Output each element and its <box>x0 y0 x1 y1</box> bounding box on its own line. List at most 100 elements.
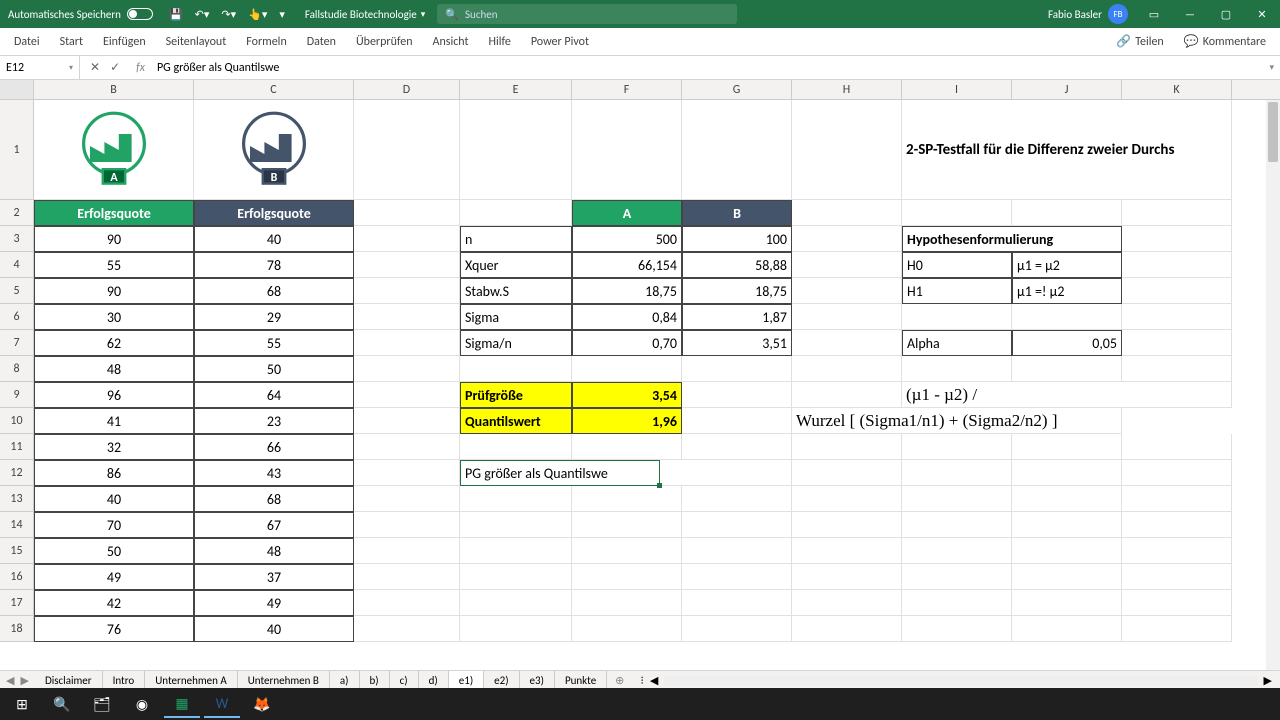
cell-g16[interactable] <box>682 564 792 590</box>
cell-f8[interactable] <box>572 356 682 382</box>
cell-f7[interactable]: 0,70 <box>572 330 682 356</box>
qat-more-icon[interactable]: ▾ <box>279 8 285 21</box>
word-task-icon[interactable]: W <box>204 690 240 718</box>
start-button[interactable]: ⊞ <box>4 690 40 718</box>
cell-i5[interactable]: H1 <box>902 278 1012 304</box>
tab-datei[interactable]: Datei <box>4 28 50 56</box>
cell-c9[interactable]: 64 <box>194 382 354 408</box>
cell-g6[interactable]: 1,87 <box>682 304 792 330</box>
row-header-16[interactable]: 16 <box>0 564 34 590</box>
cell-b12[interactable]: 86 <box>34 460 194 486</box>
cell-e6[interactable]: Sigma <box>460 304 572 330</box>
cell-g5[interactable]: 18,75 <box>682 278 792 304</box>
cell-f6[interactable]: 0,84 <box>572 304 682 330</box>
row-header-11[interactable]: 11 <box>0 434 34 460</box>
cell-b5[interactable]: 90 <box>34 278 194 304</box>
cell-c15[interactable]: 48 <box>194 538 354 564</box>
col-header-k[interactable]: K <box>1122 80 1232 99</box>
cell-b15[interactable]: 50 <box>34 538 194 564</box>
cell-c5[interactable]: 68 <box>194 278 354 304</box>
sheet-nav-next-icon[interactable]: ▶ <box>20 674 28 687</box>
save-icon[interactable]: 💾 <box>169 8 183 21</box>
cell-g10[interactable] <box>682 408 792 434</box>
cell-b2[interactable]: Erfolgsquote <box>34 200 194 226</box>
obs-icon[interactable]: ◉ <box>124 690 160 718</box>
cell-b4[interactable]: 55 <box>34 252 194 278</box>
row-header-9[interactable]: 9 <box>0 382 34 408</box>
fx-icon[interactable]: fx <box>130 61 151 75</box>
cell-g13[interactable] <box>682 486 792 512</box>
cell-b1[interactable]: A <box>34 100 194 200</box>
file-name[interactable]: Fallstudie Biotechnologie <box>293 8 437 21</box>
redo-icon[interactable]: ↷▾ <box>221 8 236 21</box>
row-header-7[interactable]: 7 <box>0 330 34 356</box>
share-button[interactable]: 🔗 Teilen <box>1106 34 1174 49</box>
col-header-h[interactable]: H <box>792 80 902 99</box>
cell-b10[interactable]: 41 <box>34 408 194 434</box>
cell-g14[interactable] <box>682 512 792 538</box>
row-header-1[interactable]: 1 <box>0 100 34 200</box>
cell-f17[interactable] <box>572 590 682 616</box>
cell-b9[interactable]: 96 <box>34 382 194 408</box>
hscroll-right-icon[interactable]: ▶ <box>1264 674 1272 687</box>
cell-g8[interactable] <box>682 356 792 382</box>
tab-einfuegen[interactable]: Einfügen <box>93 28 156 56</box>
row-header-15[interactable]: 15 <box>0 538 34 564</box>
cell-e16[interactable] <box>460 564 572 590</box>
cell-c7[interactable]: 55 <box>194 330 354 356</box>
cell-e5[interactable]: Stabw.S <box>460 278 572 304</box>
col-header-j[interactable]: J <box>1012 80 1122 99</box>
cell-j4[interactable]: µ1 = µ2 <box>1012 252 1122 278</box>
cell-e11[interactable] <box>460 434 572 460</box>
cell-f2[interactable]: A <box>572 200 682 226</box>
col-header-i[interactable]: I <box>902 80 1012 99</box>
confirm-edit-icon[interactable]: ✓ <box>110 60 120 75</box>
sheet-nav-prev-icon[interactable]: ◀ <box>6 674 14 687</box>
cell-c12[interactable]: 43 <box>194 460 354 486</box>
comments-button[interactable]: 💬 Kommentare <box>1174 34 1276 49</box>
cell-c6[interactable]: 29 <box>194 304 354 330</box>
cell-c2[interactable]: Erfolgsquote <box>194 200 354 226</box>
col-header-c[interactable]: C <box>194 80 354 99</box>
cell-c4[interactable]: 78 <box>194 252 354 278</box>
col-header-g[interactable]: G <box>682 80 792 99</box>
cell-c17[interactable]: 49 <box>194 590 354 616</box>
hypothesis-header[interactable]: Hypothesenformulierung <box>902 226 1122 252</box>
vertical-scrollbar[interactable] <box>1266 100 1280 670</box>
excel-task-icon[interactable]: ▦ <box>164 690 200 718</box>
firefox-icon[interactable]: 🦊 <box>244 690 280 718</box>
cell-e13[interactable] <box>460 486 572 512</box>
cell-g15[interactable] <box>682 538 792 564</box>
cell-e15[interactable] <box>460 538 572 564</box>
name-box[interactable]: E12 <box>0 56 80 79</box>
cell-c10[interactable]: 23 <box>194 408 354 434</box>
tab-ansicht[interactable]: Ansicht <box>423 28 479 56</box>
row-header-5[interactable]: 5 <box>0 278 34 304</box>
cell-f9[interactable]: 3,54 <box>572 382 682 408</box>
cell-e8[interactable] <box>460 356 572 382</box>
row-header-13[interactable]: 13 <box>0 486 34 512</box>
row-header-4[interactable]: 4 <box>0 252 34 278</box>
cell-b3[interactable]: 90 <box>34 226 194 252</box>
autosave-toggle[interactable]: Automatisches Speichern <box>0 8 161 21</box>
maximize-icon[interactable]: ▢ <box>1208 0 1244 28</box>
cell-f16[interactable] <box>572 564 682 590</box>
undo-icon[interactable]: ↶▾ <box>195 8 210 21</box>
cell-f5[interactable]: 18,75 <box>572 278 682 304</box>
cell-f10[interactable]: 1,96 <box>572 408 682 434</box>
cell-c11[interactable]: 66 <box>194 434 354 460</box>
row-header-3[interactable]: 3 <box>0 226 34 252</box>
row-header-14[interactable]: 14 <box>0 512 34 538</box>
app-misc-icon[interactable]: 🗂 <box>84 690 120 718</box>
cell-e18[interactable] <box>460 616 572 642</box>
row-header-6[interactable]: 6 <box>0 304 34 330</box>
tab-start[interactable]: Start <box>50 28 93 56</box>
horizontal-scrollbar[interactable] <box>664 676 1257 686</box>
cell-g17[interactable] <box>682 590 792 616</box>
worksheet-grid[interactable]: B C D E F G H I J K 1 A B 2-SP-Testfall … <box>0 80 1280 670</box>
search-input[interactable] <box>465 8 729 21</box>
touch-mode-icon[interactable]: 👆▾ <box>248 8 267 21</box>
cell-e7[interactable]: Sigma/n <box>460 330 572 356</box>
cell-c8[interactable]: 50 <box>194 356 354 382</box>
select-all-corner[interactable] <box>0 80 34 99</box>
